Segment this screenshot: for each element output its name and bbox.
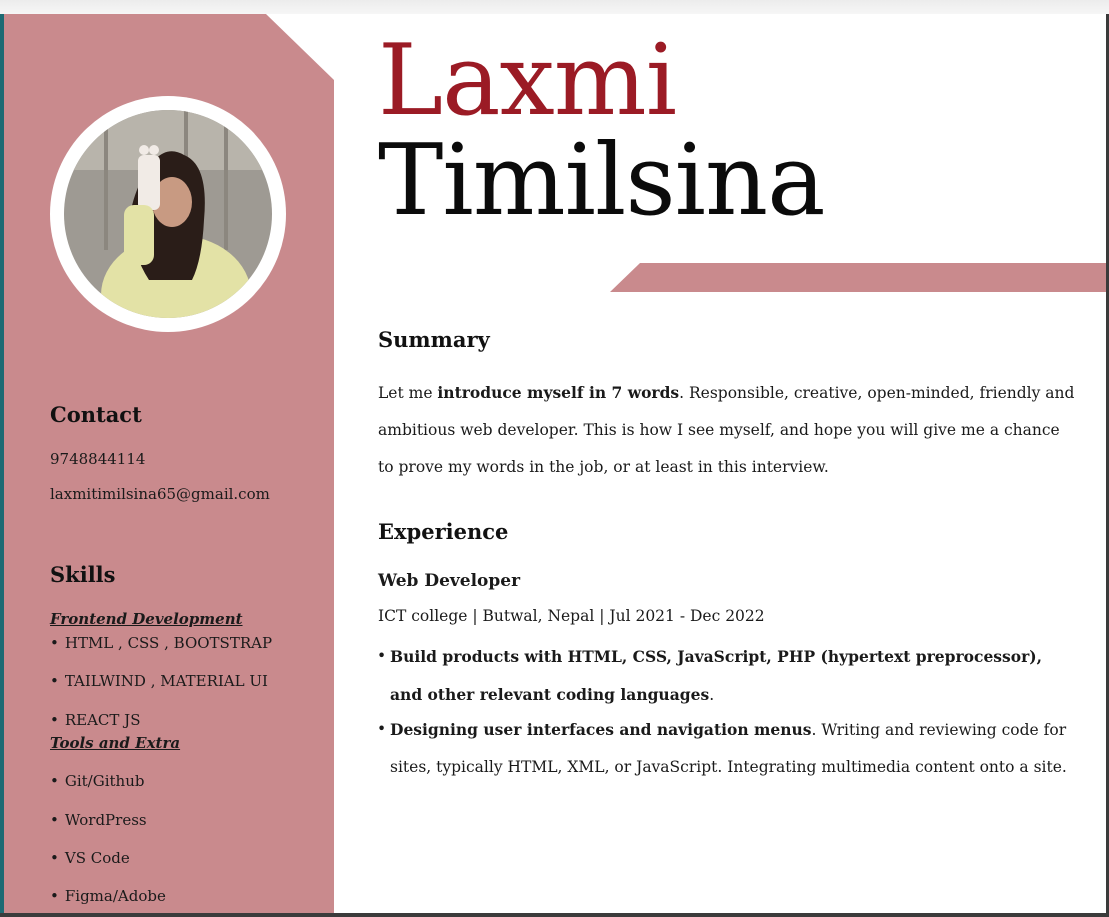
tool-item: • WordPress: [50, 811, 147, 829]
profile-photo: [64, 110, 272, 318]
window-top-bar: [0, 0, 1109, 14]
job-meta: ICT college | Butwal, Nepal | Jul 2021 -…: [378, 607, 765, 625]
skill-item: • REACT JS: [50, 711, 141, 729]
contact-phone: 9748844114: [50, 450, 146, 468]
contact-heading: Contact: [50, 402, 142, 427]
skills-tools-heading: Tools and Extra: [50, 734, 181, 752]
skills-heading: Skills: [50, 562, 116, 587]
skill-item: • TAILWIND , MATERIAL UI: [50, 672, 268, 690]
skills-frontend-heading: Frontend Development: [50, 610, 243, 628]
experience-bullet: • Build products with HTML, CSS, JavaScri…: [377, 647, 1042, 704]
tool-item: • Figma/Adobe: [50, 887, 166, 905]
bottom-border: [0, 913, 1109, 917]
tool-item: • VS Code: [50, 849, 130, 867]
experience-heading: Experience: [378, 519, 509, 544]
job-title: Web Developer: [378, 571, 521, 591]
left-border: [0, 14, 4, 917]
first-name: Laxmi: [378, 24, 677, 138]
accent-bar: [610, 263, 1106, 292]
skill-item: • HTML , CSS , BOOTSTRAP: [50, 634, 273, 652]
tool-item: • Git/Github: [50, 772, 145, 790]
experience-bullet: • Designing user interfaces and navigatio…: [377, 720, 1067, 776]
summary-text: Let me introduce myself in 7 words. Resp…: [378, 383, 1075, 476]
summary-heading: Summary: [378, 327, 490, 352]
last-name: Timilsina: [378, 124, 825, 238]
contact-email: laxmitimilsina65@gmail.com: [50, 485, 270, 503]
